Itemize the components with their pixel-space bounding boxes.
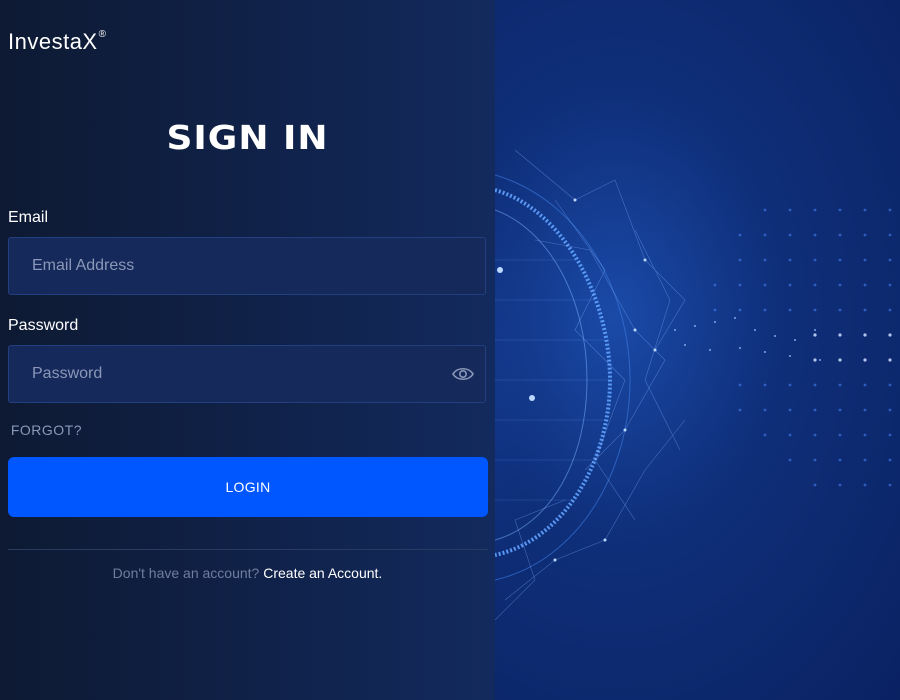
divider (8, 549, 488, 550)
password-field[interactable] (9, 346, 485, 402)
brand-name: InvestaX (8, 29, 98, 54)
eye-icon[interactable] (451, 364, 475, 384)
sign-in-panel: InvestaX® SIGN IN Email Password FORGOT?… (0, 0, 495, 700)
signup-line: Don't have an account? Create an Account… (0, 565, 495, 581)
globe-illustration (495, 120, 892, 640)
hero-globe-image (495, 0, 900, 700)
password-label: Password (8, 317, 79, 334)
password-field-container (8, 345, 486, 403)
brand-logo: InvestaX® (8, 29, 106, 55)
forgot-password-link[interactable]: FORGOT? (11, 422, 82, 438)
brand-registered-mark: ® (98, 28, 107, 40)
signup-prompt: Don't have an account? (112, 565, 260, 581)
email-field[interactable] (9, 238, 485, 294)
login-button[interactable]: LOGIN (8, 457, 488, 517)
sign-in-page: InvestaX® SIGN IN Email Password FORGOT?… (0, 0, 900, 700)
page-title: SIGN IN (166, 119, 329, 158)
email-label: Email (8, 209, 49, 226)
email-field-container (8, 237, 486, 295)
create-account-link[interactable]: Create an Account. (263, 565, 382, 581)
